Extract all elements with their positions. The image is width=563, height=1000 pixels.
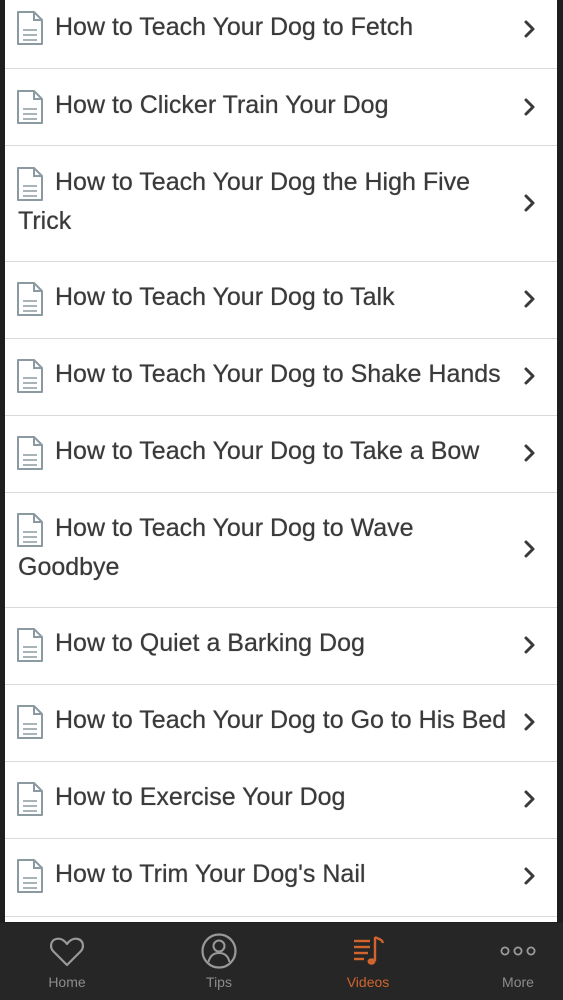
tab-tips[interactable]: Tips <box>169 923 269 1000</box>
list-item-title: How to Teach Your Dog to Wave Goodbye <box>18 514 414 581</box>
list-item-title: How to Teach Your Dog to Fetch <box>55 13 414 41</box>
article-list: How to Teach Your Dog to Fetch How to Cl… <box>5 0 557 922</box>
tab-home[interactable]: Home <box>17 923 117 1000</box>
tab-videos-label: Videos <box>346 974 390 990</box>
list-item-title: How to Exercise Your Dog <box>55 783 346 811</box>
chevron-right-icon <box>523 97 537 117</box>
list-item-title: How to Quiet a Barking Dog <box>55 629 365 657</box>
user-circle-icon <box>201 933 237 969</box>
tab-home-label: Home <box>48 974 86 990</box>
list-item[interactable]: How to Teach Your Dog to Wave Goodbye <box>5 493 557 608</box>
list-item-title: How to Teach Your Dog to Go to His Bed <box>55 706 507 734</box>
tab-videos[interactable]: Videos <box>318 923 418 1000</box>
chevron-right-icon <box>523 866 537 886</box>
list-item-title: How to Teach Your Dog the High Five Tric… <box>18 168 471 235</box>
list-item[interactable]: How to Teach Your Dog the High Five Tric… <box>5 146 557 262</box>
list-item[interactable]: How to Teach Your Dog to Fetch <box>5 0 557 69</box>
chevron-right-icon <box>523 443 537 463</box>
tab-more-label: More <box>502 974 534 990</box>
list-item[interactable]: How to Teach Your Dog to Shake Hands <box>5 339 557 416</box>
playlist-music-icon <box>354 935 385 965</box>
list-item[interactable]: How to Quiet a Barking Dog <box>5 608 557 685</box>
list-item[interactable]: How to Exercise Your Dog <box>5 762 557 839</box>
heart-icon <box>49 937 85 967</box>
chevron-right-icon <box>523 193 537 213</box>
chevron-right-icon <box>523 789 537 809</box>
chevron-right-icon <box>523 635 537 655</box>
list-item-title: How to Teach Your Dog to Take a Bow <box>55 437 480 465</box>
list-item-title: How to Teach Your Dog to Talk <box>55 283 395 311</box>
more-dots-icon <box>500 946 536 956</box>
list-item-title: How to Teach Your Dog to Shake Hands <box>55 360 501 388</box>
bottom-tab-bar: Home Tips Videos More <box>0 923 563 1000</box>
list-item[interactable]: How to Teach Your Dog to Go to His Bed <box>5 685 557 762</box>
list-item[interactable]: How to Teach Your Dog to Talk <box>5 262 557 339</box>
list-item-title: How to Trim Your Dog's Nail <box>55 860 366 888</box>
list-item[interactable]: How to Teach Your Dog to Take a Bow <box>5 416 557 493</box>
chevron-right-icon <box>523 19 537 39</box>
tab-tips-label: Tips <box>206 974 232 990</box>
chevron-right-icon <box>523 539 537 559</box>
list-item[interactable]: How to Clicker Train Your Dog <box>5 69 557 146</box>
chevron-right-icon <box>523 289 537 309</box>
chevron-right-icon <box>523 366 537 386</box>
tab-more[interactable]: More <box>468 923 563 1000</box>
chevron-right-icon <box>523 712 537 732</box>
list-item-title: How to Clicker Train Your Dog <box>55 91 389 119</box>
list-item[interactable]: How to Trim Your Dog's Nail <box>5 839 557 917</box>
